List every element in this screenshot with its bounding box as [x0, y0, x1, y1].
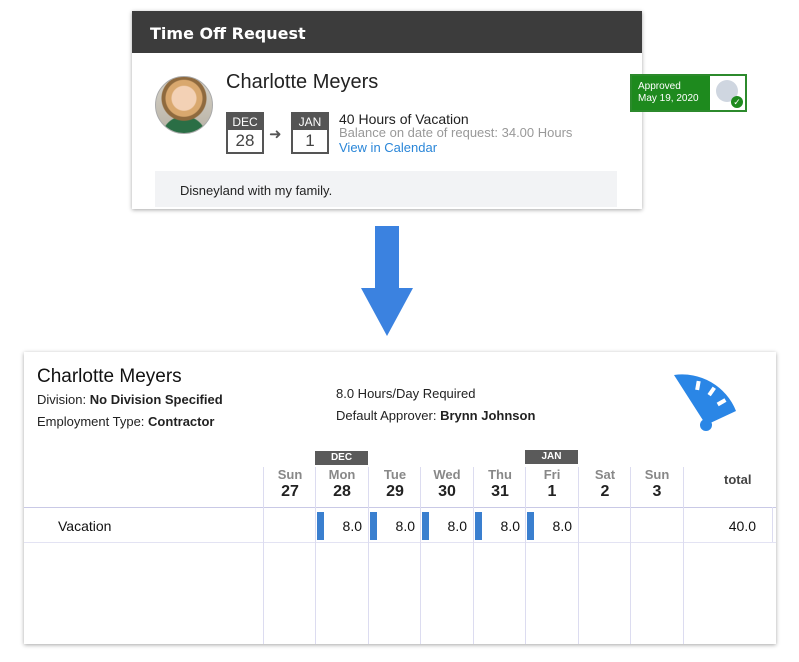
view-in-calendar-link[interactable]: View in Calendar: [339, 140, 437, 155]
hours-cell[interactable]: 8.0: [534, 518, 572, 534]
approved-status-badge: Approved May 19, 2020 ✓: [630, 74, 747, 112]
grid-line: [772, 507, 773, 542]
division-info: Division: No Division Specified: [37, 392, 223, 407]
status-label: Approved: [638, 81, 681, 92]
grid-line: [315, 467, 316, 644]
grid-line: [473, 467, 474, 644]
employment-type-info: Employment Type: Contractor: [37, 414, 215, 429]
card-header-title: Time Off Request: [132, 11, 642, 53]
day-header: Sun 27: [263, 467, 316, 507]
grid-line: [420, 467, 421, 644]
grid-line: [525, 467, 526, 644]
grid-line: [578, 467, 579, 644]
day-header: Mon 28: [315, 467, 368, 507]
grid-line: [368, 467, 369, 644]
end-month: JAN: [293, 114, 327, 130]
approver-avatar: ✓: [710, 76, 745, 110]
arrow-down-icon: [361, 226, 413, 336]
timesheet-panel: Charlotte Meyers Division: No Division S…: [24, 352, 776, 644]
hours-cell[interactable]: 8.0: [324, 518, 362, 534]
time-off-request-card: Time Off Request Charlotte Meyers DEC 28…: [132, 11, 747, 209]
start-month: DEC: [228, 114, 262, 130]
day-header: Fri 1: [525, 467, 578, 507]
day-header: Sun 3: [630, 467, 683, 507]
time-entry-bar: [475, 512, 482, 540]
day-header: Thu 31: [473, 467, 526, 507]
time-entry-bar: [370, 512, 377, 540]
time-entry-bar: [317, 512, 324, 540]
end-date-calendar-icon: JAN 1: [291, 112, 329, 154]
employee-name: Charlotte Meyers: [226, 71, 379, 93]
time-entry-bar: [422, 512, 429, 540]
month-tag-dec: DEC: [315, 451, 368, 465]
month-tag-jan: JAN: [525, 450, 578, 464]
default-approver-info: Default Approver: Brynn Johnson: [336, 408, 536, 423]
hours-cell[interactable]: 8.0: [482, 518, 520, 534]
total-column-header: total: [724, 472, 752, 487]
balance-text: Balance on date of request: 34.00 Hours: [339, 125, 573, 140]
grid-line: [683, 467, 684, 644]
start-date-calendar-icon: DEC 28: [226, 112, 264, 154]
timesheet-employee-name: Charlotte Meyers: [37, 366, 182, 387]
stopwatch-logo-icon: [674, 374, 736, 431]
hours-cell[interactable]: 8.0: [377, 518, 415, 534]
day-header: Wed 30: [420, 467, 473, 507]
end-day: 1: [305, 131, 315, 150]
check-icon: ✓: [731, 96, 743, 108]
request-note: Disneyland with my family.: [155, 171, 617, 207]
day-header: Sat 2: [578, 467, 631, 507]
grid-line: [630, 467, 631, 644]
status-date: May 19, 2020: [638, 93, 699, 104]
hours-cell[interactable]: 8.0: [429, 518, 467, 534]
time-entry-bar: [527, 512, 534, 540]
avatar: [155, 76, 213, 134]
grid-line: [263, 507, 264, 644]
day-header: Tue 29: [368, 467, 421, 507]
row-label-vacation: Vacation: [58, 518, 112, 534]
grid-line: [24, 542, 776, 543]
arrow-right-icon: ➜: [269, 126, 282, 143]
row-total: 40.0: [728, 518, 756, 534]
hours-required: 8.0 Hours/Day Required: [336, 386, 476, 401]
grid-line: [24, 507, 776, 508]
start-day: 28: [235, 131, 255, 150]
